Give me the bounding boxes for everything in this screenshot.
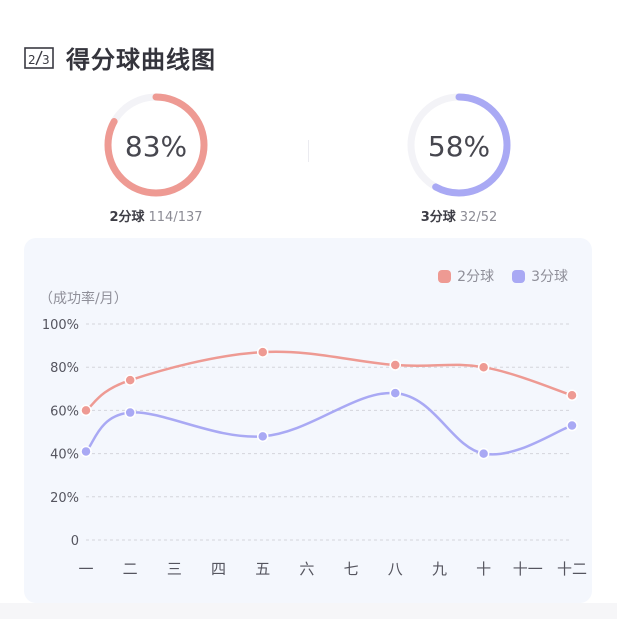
data-point[interactable]	[256, 346, 269, 358]
data-point[interactable]	[389, 387, 402, 399]
line-chart: 100% 80% 60% 40% 20% 0 一 二 三 四 五 六 七 八 九 十 十一 十二	[42, 318, 587, 578]
progress-ring-three-point: 58%	[407, 93, 511, 197]
data-point[interactable]	[124, 406, 136, 419]
stat-detail: 32/52	[459, 210, 498, 225]
data-point[interactable]	[80, 404, 92, 417]
stat-percent: 58%	[428, 130, 490, 163]
x-tick-label: 五	[255, 560, 270, 578]
bottom-strip	[0, 603, 617, 619]
page-title: 得分球曲线图	[66, 46, 216, 74]
x-tick-label: 六	[299, 560, 314, 578]
data-point[interactable]	[124, 374, 136, 386]
y-tick-label: 40%	[50, 448, 79, 463]
stat-label: 3分球	[420, 210, 456, 225]
x-tick-label: 八	[388, 560, 403, 578]
x-tick-label: 十	[476, 560, 491, 578]
x-tick-label: 九	[432, 560, 447, 578]
data-point[interactable]	[80, 445, 92, 458]
data-point[interactable]	[566, 419, 578, 432]
section-header: 2 3 得分球曲线图	[24, 40, 216, 75]
y-tick-label: 100%	[42, 318, 79, 333]
stat-caption: 3分球 32/52	[369, 206, 549, 225]
stat-percent: 83%	[125, 130, 187, 163]
progress-ring-two-point: 83%	[104, 93, 208, 197]
x-tick-label: 二	[123, 560, 138, 578]
stat-label: 2分球	[109, 210, 145, 225]
data-point[interactable]	[256, 430, 269, 443]
two-thirds-icon: 2 3	[24, 46, 54, 69]
data-point[interactable]	[566, 389, 578, 402]
x-tick-label: 三	[167, 560, 182, 578]
x-tick-label: 一	[78, 560, 93, 578]
svg-text:2: 2	[28, 53, 36, 67]
stat-three-point: 58% 3分球 32/52	[369, 90, 549, 225]
data-point[interactable]	[477, 447, 490, 460]
series-line	[85, 350, 573, 412]
data-point[interactable]	[389, 359, 402, 371]
data-point[interactable]	[477, 361, 490, 373]
stat-detail: 114/137	[148, 210, 203, 225]
stats-divider	[308, 140, 309, 162]
svg-text:3: 3	[42, 53, 50, 67]
x-tick-label: 十二	[557, 560, 587, 578]
y-tick-label: 20%	[50, 491, 79, 506]
chart-panel: 2分球 3分球 （成功率/月） 100% 80% 60% 40% 20% 0 一二三四五六七…	[24, 238, 592, 603]
x-tick-label: 十一	[513, 560, 543, 578]
y-tick-label: 0	[71, 534, 79, 549]
x-tick-label: 七	[344, 560, 359, 578]
y-tick-label: 80%	[50, 361, 79, 376]
y-tick-label: 60%	[50, 404, 79, 419]
x-tick-label: 四	[211, 560, 226, 578]
stat-two-point: 83% 2分球 114/137	[66, 90, 246, 225]
series-line	[85, 391, 573, 456]
stat-caption: 2分球 114/137	[66, 206, 246, 225]
